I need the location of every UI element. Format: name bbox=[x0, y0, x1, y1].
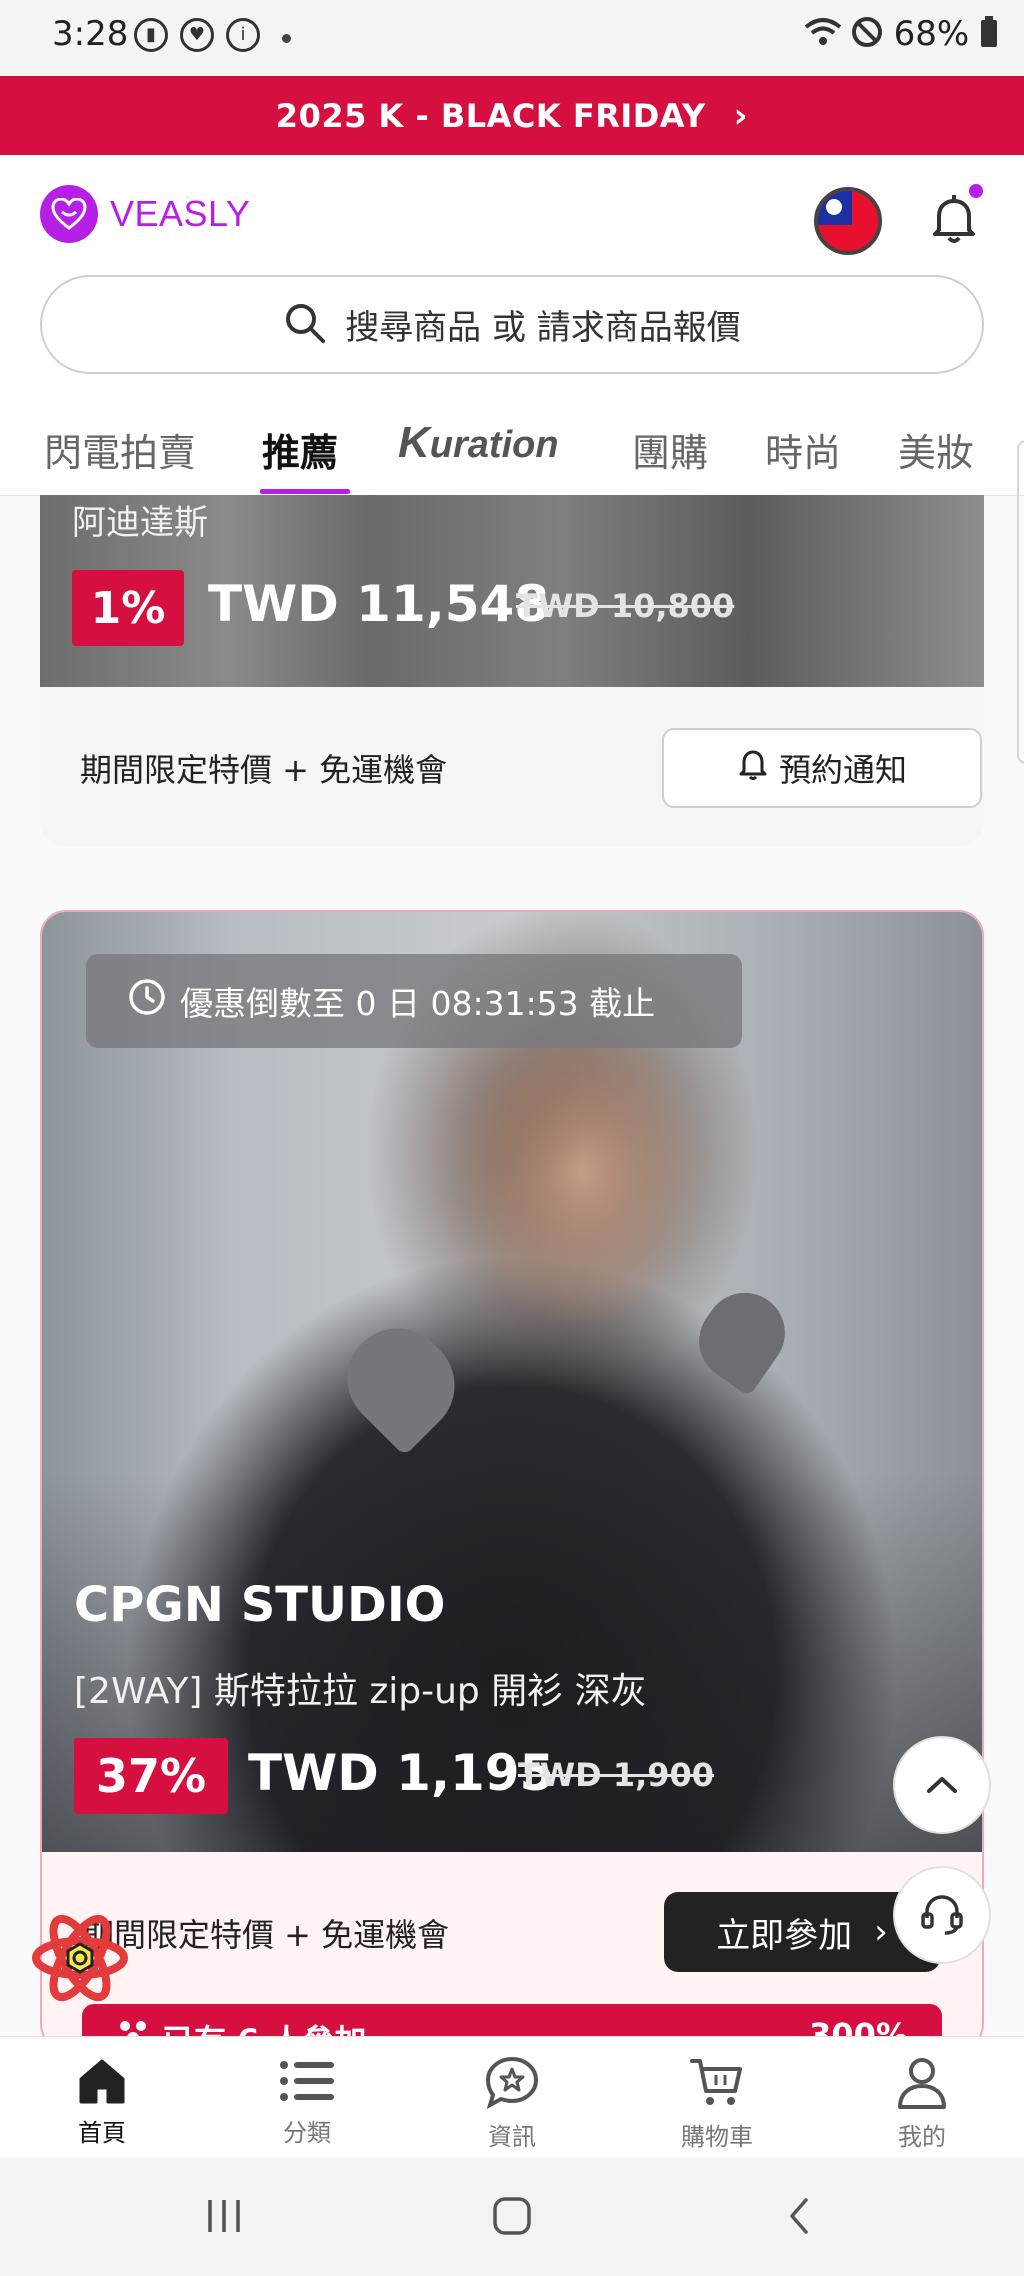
sale-price: TWD 1,195 bbox=[248, 1744, 555, 1802]
product-title: [2WAY] 斯特拉拉 zip-up 開衫 深灰 bbox=[74, 1671, 647, 1712]
tab-fashion[interactable]: 時尚 bbox=[765, 422, 841, 477]
product-brand: 阿迪達斯 bbox=[72, 503, 208, 543]
list-icon bbox=[280, 2061, 334, 2101]
tab-group-buy[interactable]: 團購 bbox=[632, 422, 708, 477]
nav-categories[interactable]: 分類 bbox=[237, 2055, 377, 2148]
tab-flash-auction[interactable]: 閃電拍賣 bbox=[44, 422, 196, 477]
side-scroll-handle[interactable] bbox=[1017, 440, 1024, 764]
countdown-timer: 優惠倒數至 0 日 08:31:53 截止 bbox=[86, 954, 742, 1048]
notification-badge bbox=[969, 184, 983, 198]
black-friday-banner[interactable]: 2025 K - BLACK FRIDAY › bbox=[0, 76, 1024, 155]
status-time: 3:28 bbox=[52, 14, 129, 54]
info-icon: i bbox=[226, 18, 260, 52]
home-icon bbox=[79, 2059, 125, 2104]
tab-beauty[interactable]: 美妝 bbox=[898, 422, 974, 477]
bottom-navigation: 首頁 分類 資訊 購物車 我的 bbox=[0, 2036, 1024, 2159]
battery-saver-icon: ▮ bbox=[134, 18, 168, 52]
user-icon bbox=[898, 2058, 946, 2109]
data-saver-icon: ♥ bbox=[180, 18, 214, 52]
veasly-logo[interactable]: VEASLY bbox=[40, 185, 250, 243]
nav-label: 我的 bbox=[898, 2123, 946, 2151]
tab-kuration[interactable]: Kuration bbox=[398, 418, 559, 468]
deal-text: 期間限定特價 + 免運機會 bbox=[82, 1916, 450, 1954]
nav-home[interactable]: 首頁 bbox=[32, 2055, 172, 2148]
heart-logo-icon bbox=[40, 185, 98, 243]
nav-label: 購物車 bbox=[681, 2123, 753, 2151]
product-brand: CPGN STUDIO bbox=[74, 1577, 446, 1633]
chevron-right-icon: › bbox=[874, 1912, 888, 1952]
discount-badge: 1% bbox=[72, 570, 184, 646]
wifi-icon bbox=[804, 18, 851, 52]
original-price: TWD 1,900 bbox=[518, 1756, 715, 1794]
nav-label: 首頁 bbox=[78, 2119, 126, 2147]
discount-badge: 37% bbox=[74, 1738, 228, 1814]
active-tab-indicator bbox=[260, 489, 350, 494]
customer-service-button[interactable] bbox=[893, 1866, 991, 1964]
notify-label: 預約通知 bbox=[778, 751, 907, 789]
chevron-right-icon: › bbox=[733, 95, 749, 136]
deal-text: 期間限定特價 + 免運機會 bbox=[80, 751, 448, 789]
notification-bell-icon[interactable] bbox=[925, 190, 983, 248]
bell-icon bbox=[737, 747, 769, 789]
join-label: 立即參加 bbox=[716, 1915, 853, 1956]
recent-apps-icon[interactable] bbox=[204, 2196, 244, 2240]
status-bar: 3:28 ▮ ♥ i 68% bbox=[0, 0, 1024, 76]
nav-profile[interactable]: 我的 bbox=[852, 2055, 992, 2152]
product-card-cpgn[interactable]: 優惠倒數至 0 日 08:31:53 截止 CPGN STUDIO [2WAY]… bbox=[40, 910, 984, 2050]
dnd-icon bbox=[851, 14, 894, 54]
notification-dot-icon bbox=[282, 34, 291, 43]
search-icon bbox=[283, 301, 327, 349]
battery-percent: 68% bbox=[893, 14, 970, 54]
nav-info[interactable]: 資訊 bbox=[442, 2055, 582, 2152]
status-right: 68% bbox=[804, 14, 998, 54]
nav-label: 分類 bbox=[283, 2119, 331, 2147]
headset-icon bbox=[921, 1895, 963, 1935]
home-button-icon[interactable] bbox=[492, 2196, 532, 2240]
category-tabs: 閃電拍賣 推薦 Kuration 團購 時尚 美妝 bbox=[0, 412, 1024, 496]
taiwan-flag-icon[interactable] bbox=[814, 187, 882, 255]
system-navigation-bar bbox=[0, 2158, 1024, 2276]
product-card-adidas[interactable]: 阿迪達斯 1% TWD 11,548 TWD 10,800 期間限定特價 + 免… bbox=[40, 495, 984, 847]
chat-star-icon bbox=[485, 2056, 539, 2110]
battery-icon bbox=[980, 14, 998, 54]
chevron-up-icon bbox=[927, 1777, 957, 1793]
sale-price: TWD 11,548 bbox=[208, 575, 550, 633]
countdown-text: 優惠倒數至 0 日 08:31:53 截止 bbox=[180, 984, 656, 1023]
sweater-heart-pattern bbox=[326, 1307, 476, 1457]
sweater-heart-pattern bbox=[683, 1277, 801, 1397]
back-icon[interactable] bbox=[784, 2196, 814, 2240]
banner-text: 2025 K - BLACK FRIDAY bbox=[275, 96, 706, 135]
nav-label: 資訊 bbox=[488, 2123, 536, 2151]
cart-icon bbox=[690, 2059, 742, 2105]
nav-cart[interactable]: 購物車 bbox=[647, 2055, 787, 2152]
logo-text: VEASLY bbox=[110, 193, 251, 234]
search-placeholder: 搜尋商品 或 請求商品報價 bbox=[345, 308, 741, 348]
tab-recommended[interactable]: 推薦 bbox=[262, 422, 338, 477]
original-price: TWD 10,800 bbox=[516, 587, 735, 625]
notify-button[interactable]: 預約通知 bbox=[662, 728, 982, 808]
scroll-to-top-button[interactable] bbox=[893, 1736, 991, 1834]
clock-icon bbox=[128, 978, 166, 1024]
react-devtools-icon[interactable] bbox=[28, 1906, 132, 2010]
search-bar[interactable]: 搜尋商品 或 請求商品報價 bbox=[40, 275, 984, 374]
